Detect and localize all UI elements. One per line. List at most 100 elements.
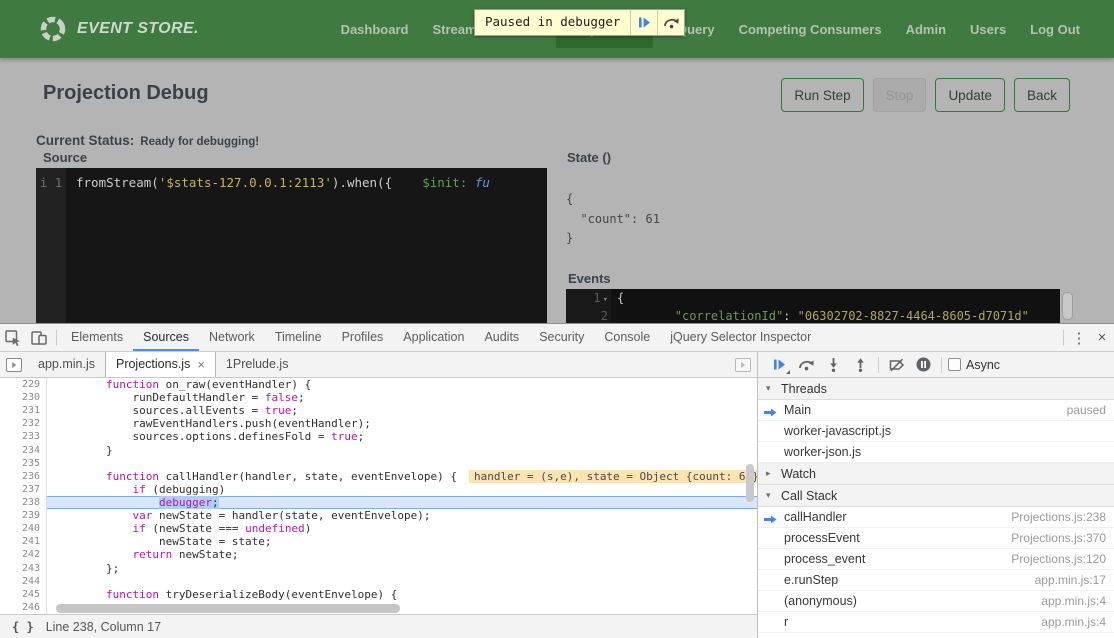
show-navigator-button[interactable]	[0, 352, 28, 377]
line-number[interactable]: 232	[0, 417, 47, 430]
devtools-tab-sources[interactable]: Sources	[133, 324, 199, 351]
devtools-tab-audits[interactable]: Audits	[474, 324, 529, 351]
file-tab-app-min-js[interactable]: app.min.js	[28, 352, 105, 377]
code-line[interactable]: 238 debugger;	[0, 496, 757, 509]
line-number[interactable]: 241	[0, 535, 47, 548]
event-store-logo[interactable]: EVENT STORE.	[38, 14, 199, 44]
nav-item-dashboard[interactable]: Dashboard	[341, 22, 409, 37]
code-line[interactable]: 236 function callHandler(handler, state,…	[0, 470, 757, 483]
section-header-call-stack[interactable]: ▾Call Stack	[758, 485, 1114, 507]
line-number[interactable]: 236	[0, 470, 47, 483]
inspect-icon	[4, 329, 22, 347]
code-line[interactable]: 234 }	[0, 444, 757, 457]
step-out-button[interactable]	[847, 352, 874, 377]
code-line[interactable]: 231 sources.allEvents = true;	[0, 404, 757, 417]
events-editor[interactable]: 1▾{2 "correlationId": "06302702-8827-446…	[566, 289, 1060, 323]
section-header-watch[interactable]: ▸Watch	[758, 463, 1114, 485]
line-number[interactable]: 242	[0, 548, 47, 561]
frame-location: Projections.js:238	[1011, 510, 1106, 524]
devtools-tab-jquery-selector-inspector[interactable]: jQuery Selector Inspector	[660, 324, 821, 351]
code-line[interactable]: 235	[0, 457, 757, 470]
pause-on-exceptions-button[interactable]	[910, 352, 937, 377]
nav-item-competing-consumers[interactable]: Competing Consumers	[739, 22, 882, 37]
line-number[interactable]: 238	[0, 496, 47, 509]
pretty-print-button[interactable]: { }	[12, 620, 34, 634]
line-number[interactable]: 240	[0, 522, 47, 535]
call-stack-frame[interactable]	[758, 633, 1114, 638]
code-line[interactable]: 230 runDefaultHandler = false;	[0, 391, 757, 404]
line-number[interactable]: 235	[0, 457, 47, 470]
source-editor[interactable]: i 1 fromStream('$stats-127.0.0.1:2113').…	[36, 168, 547, 323]
devtools-tab-application[interactable]: Application	[393, 324, 474, 351]
thread-row-main[interactable]: Mainpaused	[758, 400, 1114, 421]
line-number[interactable]: 243	[0, 562, 47, 575]
call-stack-frame[interactable]: processEventProjections.js:370	[758, 528, 1114, 549]
nav-item-admin[interactable]: Admin	[906, 22, 946, 37]
code-line[interactable]: 241 newState = state;	[0, 535, 757, 548]
section-header-threads[interactable]: ▾Threads	[758, 378, 1114, 400]
code-line[interactable]: 240 if (newState === undefined)	[0, 522, 757, 535]
devtools-tab-console[interactable]: Console	[594, 324, 660, 351]
code-line[interactable]: 239 var newState = handler(state, eventE…	[0, 509, 757, 522]
inspect-element-button[interactable]	[0, 324, 26, 351]
devtools-tab-security[interactable]: Security	[529, 324, 594, 351]
code-line[interactable]: 232 rawEventHandlers.push(eventHandler);	[0, 417, 757, 430]
devtools-menu-icon[interactable]: ⋮	[1068, 329, 1090, 347]
step-into-button[interactable]	[820, 352, 847, 377]
line-number[interactable]: 246	[0, 601, 47, 614]
call-stack-frame[interactable]: callHandlerProjections.js:238	[758, 507, 1114, 528]
devtools-tab-timeline[interactable]: Timeline	[265, 324, 332, 351]
update-button[interactable]: Update	[935, 78, 1005, 112]
call-stack-frame[interactable]: (anonymous)app.min.js:4	[758, 591, 1114, 612]
call-stack-frame[interactable]: rapp.min.js:4	[758, 612, 1114, 633]
code-line[interactable]: 242 return newState;	[0, 548, 757, 561]
call-stack-frame[interactable]: e.runStepapp.min.js:17	[758, 570, 1114, 591]
line-number[interactable]: 233	[0, 430, 47, 443]
tab-close-icon[interactable]: ×	[197, 352, 205, 377]
overlay-resume-button[interactable]	[630, 10, 657, 35]
line-number[interactable]: 244	[0, 575, 47, 588]
line-number[interactable]: 230	[0, 391, 47, 404]
file-tab-1prelude-js[interactable]: 1Prelude.js	[216, 352, 299, 377]
events-code-line[interactable]: 1▾{	[566, 289, 1060, 307]
line-number[interactable]: 234	[0, 444, 47, 457]
nav-item-users[interactable]: Users	[970, 22, 1006, 37]
code-line[interactable]: 245 function tryDeserializeBody(eventEnv…	[0, 588, 757, 601]
step-over-button[interactable]	[793, 352, 820, 377]
vertical-scrollbar[interactable]	[746, 464, 754, 502]
async-checkbox[interactable]	[948, 358, 961, 371]
horizontal-scrollbar[interactable]	[56, 604, 400, 613]
devtools-close-icon[interactable]: ×	[1090, 329, 1114, 346]
nav-item-log-out[interactable]: Log Out	[1030, 22, 1080, 37]
deactivate-breakpoints-button[interactable]	[883, 352, 910, 377]
thread-row-worker-json-js[interactable]: worker-json.js	[758, 442, 1114, 463]
resume-script-button[interactable]	[766, 352, 793, 377]
devtools-tab-network[interactable]: Network	[199, 324, 265, 351]
code-editor[interactable]: 229 function on_raw(eventHandler) {230 r…	[0, 378, 757, 614]
code-line[interactable]: 233 sources.options.definesFold = true;	[0, 430, 757, 443]
line-number[interactable]: 239	[0, 509, 47, 522]
events-scrollbar[interactable]	[1062, 292, 1073, 320]
fold-arrow-icon[interactable]: ▾	[603, 295, 608, 305]
current-status: Current Status:Ready for debugging!	[36, 132, 259, 150]
call-stack-frame[interactable]: process_eventProjections.js:120	[758, 549, 1114, 570]
device-toolbar-button[interactable]	[26, 324, 52, 351]
line-number[interactable]: 231	[0, 404, 47, 417]
code-line[interactable]: 243 };	[0, 562, 757, 575]
line-number[interactable]: 245	[0, 588, 47, 601]
overlay-step-over-button[interactable]	[657, 10, 684, 35]
line-number[interactable]: 229	[0, 378, 47, 391]
devtools-tab-elements[interactable]: Elements	[61, 324, 133, 351]
code-line[interactable]: 244	[0, 575, 757, 588]
cursor-position: Line 238, Column 17	[46, 620, 161, 634]
back-button[interactable]: Back	[1014, 78, 1070, 112]
events-code-line[interactable]: 2 "correlationId": "06302702-8827-4464-8…	[566, 307, 1060, 323]
line-number[interactable]: 237	[0, 483, 47, 496]
code-line[interactable]: 237 if (debugging)	[0, 483, 757, 496]
show-right-panel-button[interactable]	[729, 352, 757, 377]
devtools-tab-profiles[interactable]: Profiles	[332, 324, 394, 351]
file-tab-projections-js[interactable]: Projections.js×	[105, 352, 216, 377]
run-step-button[interactable]: Run Step	[781, 78, 863, 112]
thread-row-worker-javascript-js[interactable]: worker-javascript.js	[758, 421, 1114, 442]
code-line[interactable]: 229 function on_raw(eventHandler) {	[0, 378, 757, 391]
